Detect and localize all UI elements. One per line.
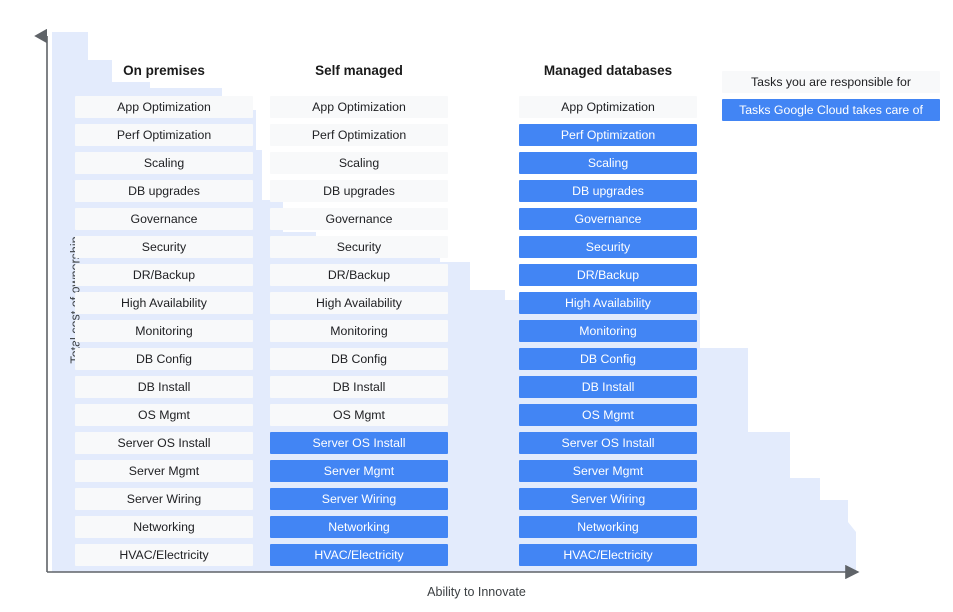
task-row: Governance <box>75 208 253 230</box>
task-row: DB Install <box>75 376 253 398</box>
task-row: Scaling <box>270 152 448 174</box>
task-row: Networking <box>270 516 448 538</box>
task-row: DB Install <box>519 376 697 398</box>
task-row: Monitoring <box>75 320 253 342</box>
task-row: Perf Optimization <box>519 124 697 146</box>
task-row: High Availability <box>519 292 697 314</box>
task-row: OS Mgmt <box>75 404 253 426</box>
task-row: Security <box>75 236 253 258</box>
task-row: App Optimization <box>270 96 448 118</box>
legend-item: Tasks Google Cloud takes care of <box>722 99 940 121</box>
task-row: Server OS Install <box>270 432 448 454</box>
task-row: Monitoring <box>519 320 697 342</box>
task-row: Security <box>270 236 448 258</box>
task-row: DB upgrades <box>75 180 253 202</box>
column-title-on-premises: On premises <box>123 63 205 78</box>
column-rows-self-managed: App Optimization Perf Optimization Scaling… <box>270 96 448 566</box>
task-row: Server Mgmt <box>75 460 253 482</box>
task-row: Server Wiring <box>75 488 253 510</box>
task-row: DB upgrades <box>270 180 448 202</box>
task-row: Server OS Install <box>75 432 253 454</box>
legend-item: Tasks you are responsible for <box>722 71 940 93</box>
task-row: Server Wiring <box>519 488 697 510</box>
task-row: HVAC/Electricity <box>270 544 448 566</box>
task-row: Server Wiring <box>270 488 448 510</box>
column-title-managed-databases: Managed databases <box>543 63 673 78</box>
column-on-premises: On premises App Optimization Perf Optimiz… <box>75 60 253 572</box>
task-row: Networking <box>519 516 697 538</box>
task-row: Monitoring <box>270 320 448 342</box>
legend: Tasks you are responsible for Tasks Googl… <box>722 71 940 127</box>
task-row: App Optimization <box>519 96 697 118</box>
column-title-self-managed: Self managed <box>315 63 403 78</box>
task-row: Perf Optimization <box>270 124 448 146</box>
task-row: DB Config <box>270 348 448 370</box>
task-row: DR/Backup <box>270 264 448 286</box>
task-row: App Optimization <box>75 96 253 118</box>
task-row: Networking <box>75 516 253 538</box>
task-row: High Availability <box>270 292 448 314</box>
task-row: Server Mgmt <box>270 460 448 482</box>
x-axis-label: Ability to Innovate <box>427 585 526 599</box>
task-row: DB Install <box>270 376 448 398</box>
column-self-managed: Self managed App Optimization Perf Optimi… <box>270 60 448 572</box>
task-row: DR/Backup <box>519 264 697 286</box>
task-row: Scaling <box>519 152 697 174</box>
task-row: High Availability <box>75 292 253 314</box>
chart-canvas: Total cost of ownership Ability to Innov… <box>0 0 953 612</box>
column-rows-managed-databases: App Optimization Perf Optimization Scaling… <box>519 96 697 566</box>
task-row: DB Config <box>519 348 697 370</box>
task-row: Scaling <box>75 152 253 174</box>
task-row: OS Mgmt <box>270 404 448 426</box>
task-row: Server OS Install <box>519 432 697 454</box>
task-row: Server Mgmt <box>519 460 697 482</box>
task-row: Security <box>519 236 697 258</box>
task-row: DB Config <box>75 348 253 370</box>
column-managed-databases: Managed databases App Optimization Perf O… <box>519 60 697 572</box>
task-row: DR/Backup <box>75 264 253 286</box>
task-row: HVAC/Electricity <box>519 544 697 566</box>
task-row: DB upgrades <box>519 180 697 202</box>
task-row: Governance <box>519 208 697 230</box>
task-row: HVAC/Electricity <box>75 544 253 566</box>
task-row: OS Mgmt <box>519 404 697 426</box>
task-row: Governance <box>270 208 448 230</box>
column-rows-on-premises: App Optimization Perf Optimization Scaling… <box>75 96 253 566</box>
task-row: Perf Optimization <box>75 124 253 146</box>
